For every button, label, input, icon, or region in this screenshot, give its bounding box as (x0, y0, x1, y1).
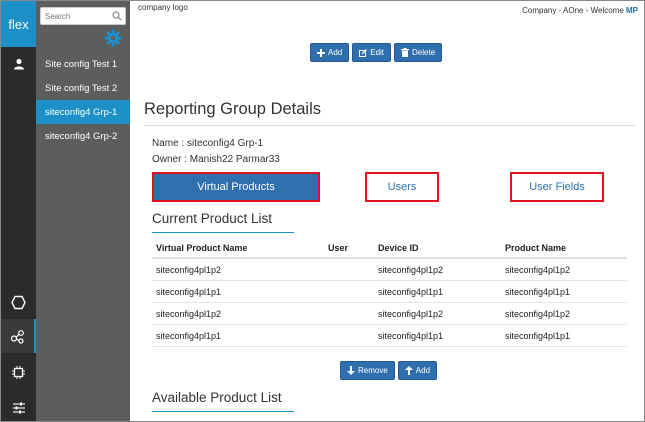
table-cell: siteconfig4pl1p1 (378, 331, 444, 341)
available-list-title: Available Product List (152, 390, 282, 405)
product-list-actions: Remove Add (340, 361, 438, 380)
table-cell: siteconfig4pl1p2 (505, 265, 571, 275)
app-logo[interactable]: flex (1, 1, 36, 47)
column-header[interactable]: Product Name (505, 237, 566, 259)
table-cell: siteconfig4pl1p2 (378, 265, 444, 275)
add-button[interactable]: Add (310, 43, 350, 62)
arrow-up-icon (404, 366, 413, 375)
delete-button-label: Delete (412, 48, 436, 57)
hexagon-icon (11, 295, 26, 309)
icon-rail: flex (1, 1, 36, 421)
table-row[interactable]: siteconfig4pl1p1 siteconfig4pl1p1 siteco… (152, 281, 627, 303)
config-sidebar: Site config Test 1 Site config Test 2 si… (36, 1, 130, 421)
chip-icon (12, 365, 25, 379)
tab-virtual-products[interactable]: Virtual Products (152, 172, 320, 202)
sliders-icon (12, 402, 25, 414)
current-list-underline (152, 232, 294, 233)
edit-button[interactable]: Edit (352, 43, 392, 62)
table-cell: siteconfig4pl1p1 (378, 287, 444, 297)
remove-button-label: Remove (358, 366, 388, 375)
table-row[interactable]: siteconfig4pl1p2 siteconfig4pl1p2 siteco… (152, 303, 627, 325)
group-owner: Owner : Manish22 Parmar33 (152, 154, 280, 165)
add-product-button-label: Add (415, 366, 431, 375)
edit-icon (359, 48, 368, 57)
table-cell: siteconfig4pl1p1 (156, 331, 222, 341)
main-content: company logo Company - AOne - Welcome MP… (130, 1, 644, 421)
user-initials[interactable]: MP (626, 6, 638, 15)
edit-button-label: Edit (370, 48, 385, 57)
delete-button[interactable]: Delete (394, 43, 443, 62)
table-header: Virtual Product Name User Device ID Prod… (152, 237, 627, 259)
toolbar: Add Edit Delete (310, 43, 443, 62)
page-title: Reporting Group Details (144, 100, 322, 118)
remove-button[interactable]: Remove (340, 361, 395, 380)
table-row[interactable]: siteconfig4pl1p2 siteconfig4pl1p2 siteco… (152, 259, 627, 281)
tab-user-fields[interactable]: User Fields (510, 172, 604, 202)
trash-icon (401, 48, 410, 57)
search-icon[interactable] (112, 11, 122, 21)
table-cell: siteconfig4pl1p2 (156, 309, 222, 319)
table-cell: siteconfig4pl1p2 (156, 265, 222, 275)
company-logo: company logo (138, 3, 188, 12)
column-header[interactable]: Device ID (378, 237, 419, 259)
group-name: Name : siteconfig4 Grp-1 (152, 138, 264, 149)
sidebar-item-siteconfig4-grp-1[interactable]: siteconfig4 Grp-1 (36, 100, 130, 124)
add-product-button[interactable]: Add (397, 361, 438, 380)
share-nodes-icon (10, 329, 24, 344)
table-row[interactable]: siteconfig4pl1p1 siteconfig4pl1p1 siteco… (152, 325, 627, 347)
search-input[interactable] (41, 8, 111, 24)
settings-rail-item[interactable] (1, 391, 36, 422)
welcome-label: Company - AOne - Welcome (522, 6, 626, 15)
column-header[interactable]: User (328, 237, 348, 259)
available-list-underline (152, 411, 294, 412)
search-box (40, 7, 126, 25)
sidebar-item-site-config-test-1[interactable]: Site config Test 1 (36, 52, 130, 76)
welcome-text: Company - AOne - Welcome MP (522, 6, 638, 15)
table-cell: siteconfig4pl1p2 (378, 309, 444, 319)
arrow-down-icon (347, 366, 355, 375)
column-header[interactable]: Virtual Product Name (156, 237, 247, 259)
chip-rail-item[interactable] (1, 355, 36, 389)
table-cell: siteconfig4pl1p1 (505, 287, 571, 297)
add-button-label: Add (328, 48, 343, 57)
table-cell: siteconfig4pl1p2 (505, 309, 571, 319)
title-divider (144, 125, 636, 126)
share-rail-item[interactable] (1, 319, 36, 353)
hexagon-rail-item[interactable] (1, 285, 36, 319)
current-product-table: Virtual Product Name User Device ID Prod… (152, 237, 627, 347)
user-icon (13, 58, 24, 70)
plus-icon (317, 48, 325, 57)
user-rail-item[interactable] (1, 47, 36, 81)
current-list-title: Current Product List (152, 211, 273, 226)
table-cell: siteconfig4pl1p1 (156, 287, 222, 297)
sidebar-item-siteconfig4-grp-2[interactable]: siteconfig4 Grp-2 (36, 124, 130, 148)
sidebar-item-site-config-test-2[interactable]: Site config Test 2 (36, 76, 130, 100)
table-cell: siteconfig4pl1p1 (505, 331, 571, 341)
gear-icon[interactable] (104, 29, 122, 47)
tab-users[interactable]: Users (365, 172, 439, 202)
